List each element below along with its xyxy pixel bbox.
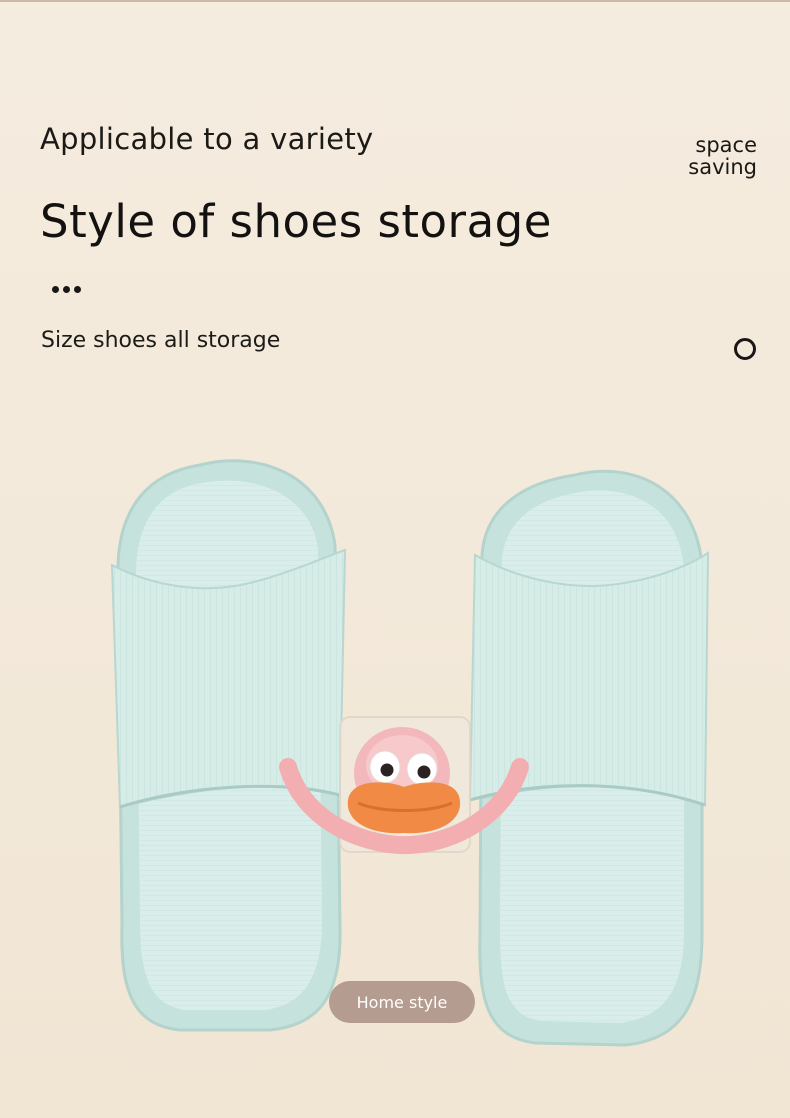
home-style-badge: Home style — [329, 981, 475, 1023]
product-poster: Applicable to a variety Style of shoes s… — [0, 0, 790, 1118]
right-slipper — [468, 469, 710, 1047]
left-slipper — [110, 459, 347, 1032]
dot — [52, 286, 59, 293]
ellipsis-dots-icon — [52, 286, 81, 293]
product-photo — [110, 459, 710, 1047]
corner-note-line-1: space — [695, 133, 757, 157]
caption: Size shoes all storage — [41, 328, 281, 353]
corner-note-line-2: saving — [688, 155, 757, 179]
corner-note: space saving — [688, 134, 757, 178]
ring-icon — [734, 338, 756, 360]
page-title: Style of shoes storage — [40, 195, 552, 248]
dot — [63, 286, 70, 293]
dot — [74, 286, 81, 293]
subtitle: Applicable to a variety — [40, 122, 374, 156]
top-divider — [0, 0, 790, 2]
